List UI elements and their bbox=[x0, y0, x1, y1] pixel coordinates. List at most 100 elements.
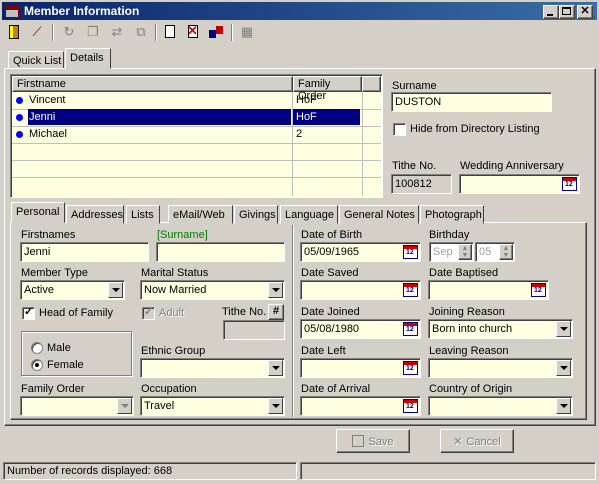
tab-personal[interactable]: Personal bbox=[11, 202, 65, 223]
calendar-icon[interactable] bbox=[531, 283, 546, 297]
app-icon bbox=[5, 5, 19, 18]
family-tithe-field: 100812 bbox=[391, 174, 452, 194]
close-button[interactable]: ✕ bbox=[577, 5, 593, 19]
member-status-icon bbox=[16, 114, 23, 121]
head-of-family-label: Head of Family bbox=[39, 307, 113, 319]
member-status-icon bbox=[16, 97, 23, 104]
table-row[interactable]: Michael 2 bbox=[11, 126, 362, 143]
transfer-icon[interactable]: ⇄ bbox=[108, 24, 126, 40]
date-saved-label: Date Saved bbox=[301, 267, 359, 279]
calendar-icon[interactable] bbox=[562, 177, 577, 191]
calendar-icon[interactable] bbox=[403, 322, 418, 336]
member-status-icon bbox=[16, 131, 23, 138]
merge-icon[interactable]: ⧉ bbox=[132, 24, 150, 40]
save-button[interactable]: Save bbox=[336, 429, 410, 453]
tab-lists[interactable]: Lists bbox=[126, 205, 160, 224]
date-baptised-label: Date Baptised bbox=[429, 267, 499, 279]
personal-tithe-field bbox=[223, 320, 285, 340]
tithe-number-button[interactable]: # bbox=[268, 304, 284, 320]
tab-general-notes[interactable]: General Notes bbox=[339, 205, 419, 224]
male-radio[interactable] bbox=[31, 342, 43, 354]
country-of-origin-select[interactable] bbox=[428, 396, 573, 416]
chevron-down-icon[interactable] bbox=[268, 360, 283, 376]
date-left-label: Date Left bbox=[301, 345, 346, 357]
marital-status-select[interactable]: Now Married bbox=[140, 280, 285, 300]
calendar-icon[interactable] bbox=[403, 399, 418, 413]
calendar-icon[interactable] bbox=[403, 361, 418, 375]
table-row[interactable]: Jenni HoF bbox=[11, 109, 362, 126]
calendar-icon[interactable] bbox=[403, 283, 418, 297]
chevron-down-icon[interactable] bbox=[556, 360, 571, 376]
hide-from-directory-label: Hide from Directory Listing bbox=[410, 123, 540, 135]
date-baptised-field[interactable] bbox=[428, 280, 549, 300]
tab-addresses[interactable]: Addresses bbox=[66, 205, 124, 224]
country-of-origin-label: Country of Origin bbox=[429, 383, 513, 395]
row-family-order: HoF bbox=[296, 94, 317, 106]
exit-door-icon[interactable] bbox=[6, 24, 24, 40]
delete-document-icon[interactable]: ✕ bbox=[184, 24, 202, 40]
female-label: Female bbox=[47, 359, 84, 371]
date-of-arrival-field[interactable] bbox=[300, 396, 421, 416]
tab-language[interactable]: Language bbox=[280, 205, 338, 224]
wedding-anniversary-field[interactable] bbox=[459, 174, 580, 194]
copy-icon[interactable]: ❐ bbox=[84, 24, 102, 40]
date-joined-label: Date Joined bbox=[301, 306, 360, 318]
male-label: Male bbox=[47, 342, 71, 354]
refresh-icon[interactable]: ↻ bbox=[60, 24, 78, 40]
chevron-down-icon[interactable] bbox=[556, 321, 571, 337]
grid-icon[interactable]: ▦ bbox=[238, 24, 256, 40]
tab-details[interactable]: Details bbox=[65, 48, 111, 69]
maximize-button[interactable] bbox=[559, 5, 575, 19]
row-firstname: Michael bbox=[29, 128, 67, 140]
occupation-label: Occupation bbox=[141, 383, 197, 395]
personal-tithe-label: Tithe No. bbox=[222, 306, 267, 318]
family-tithe-label: Tithe No. bbox=[392, 160, 437, 172]
date-saved-field[interactable] bbox=[300, 280, 421, 300]
date-of-arrival-label: Date of Arrival bbox=[301, 383, 371, 395]
date-left-field[interactable] bbox=[300, 358, 421, 378]
date-joined-field[interactable]: 05/08/1980 bbox=[300, 319, 421, 339]
surname-override-label: [Surname] bbox=[157, 229, 208, 241]
ethnic-group-select[interactable] bbox=[140, 358, 285, 378]
minimize-button[interactable] bbox=[543, 5, 559, 19]
surname-override-field[interactable] bbox=[156, 242, 285, 262]
family-icon[interactable] bbox=[207, 24, 225, 40]
table-row[interactable]: Vincent HoF bbox=[11, 92, 362, 109]
broom-icon[interactable]: ⟋ bbox=[28, 24, 46, 40]
tab-givings[interactable]: Givings bbox=[234, 205, 278, 224]
column-header-family-order[interactable]: Family Order bbox=[293, 76, 362, 102]
tab-email-web[interactable]: eMail/Web bbox=[168, 205, 233, 224]
row-firstname: Vincent bbox=[29, 94, 66, 106]
joining-reason-label: Joining Reason bbox=[429, 306, 505, 318]
tab-photograph[interactable]: Photograph bbox=[420, 205, 484, 224]
calendar-icon[interactable] bbox=[403, 245, 418, 259]
cancel-button[interactable]: ✕ Cancel bbox=[440, 429, 514, 453]
new-document-icon[interactable] bbox=[161, 24, 179, 40]
surname-field[interactable]: DUSTON bbox=[391, 92, 552, 112]
leaving-reason-select[interactable] bbox=[428, 358, 573, 378]
window-title: Member Information bbox=[24, 4, 140, 18]
chevron-down-icon[interactable] bbox=[108, 282, 123, 298]
chevron-down-icon[interactable] bbox=[117, 398, 132, 414]
column-header-firstname[interactable]: Firstname bbox=[12, 76, 293, 92]
birthday-month-spinner: ▲ ▼ bbox=[458, 244, 472, 260]
member-type-select[interactable]: Active bbox=[20, 280, 125, 300]
female-radio[interactable] bbox=[31, 359, 43, 371]
chevron-down-icon[interactable] bbox=[268, 282, 283, 298]
chevron-down-icon[interactable] bbox=[268, 398, 283, 414]
birthday-label: Birthday bbox=[429, 229, 470, 241]
head-of-family-checkbox[interactable] bbox=[22, 305, 35, 320]
marital-status-label: Marital Status bbox=[141, 267, 209, 279]
leaving-reason-label: Leaving Reason bbox=[429, 345, 509, 357]
occupation-select[interactable]: Travel bbox=[140, 396, 285, 416]
wedding-anniversary-label: Wedding Anniversary bbox=[460, 160, 564, 172]
firstnames-field[interactable]: Jenni bbox=[20, 242, 149, 262]
birthday-day-spinner: ▲ ▼ bbox=[499, 244, 513, 260]
date-of-birth-field[interactable]: 05/09/1965 bbox=[300, 242, 421, 262]
firstnames-label: Firstnames bbox=[21, 229, 76, 241]
cancel-x-icon: ✕ bbox=[453, 436, 463, 448]
chevron-down-icon[interactable] bbox=[556, 398, 571, 414]
joining-reason-select[interactable]: Born into church bbox=[428, 319, 573, 339]
family-order-select[interactable] bbox=[20, 396, 134, 416]
hide-from-directory-checkbox[interactable] bbox=[393, 123, 406, 136]
